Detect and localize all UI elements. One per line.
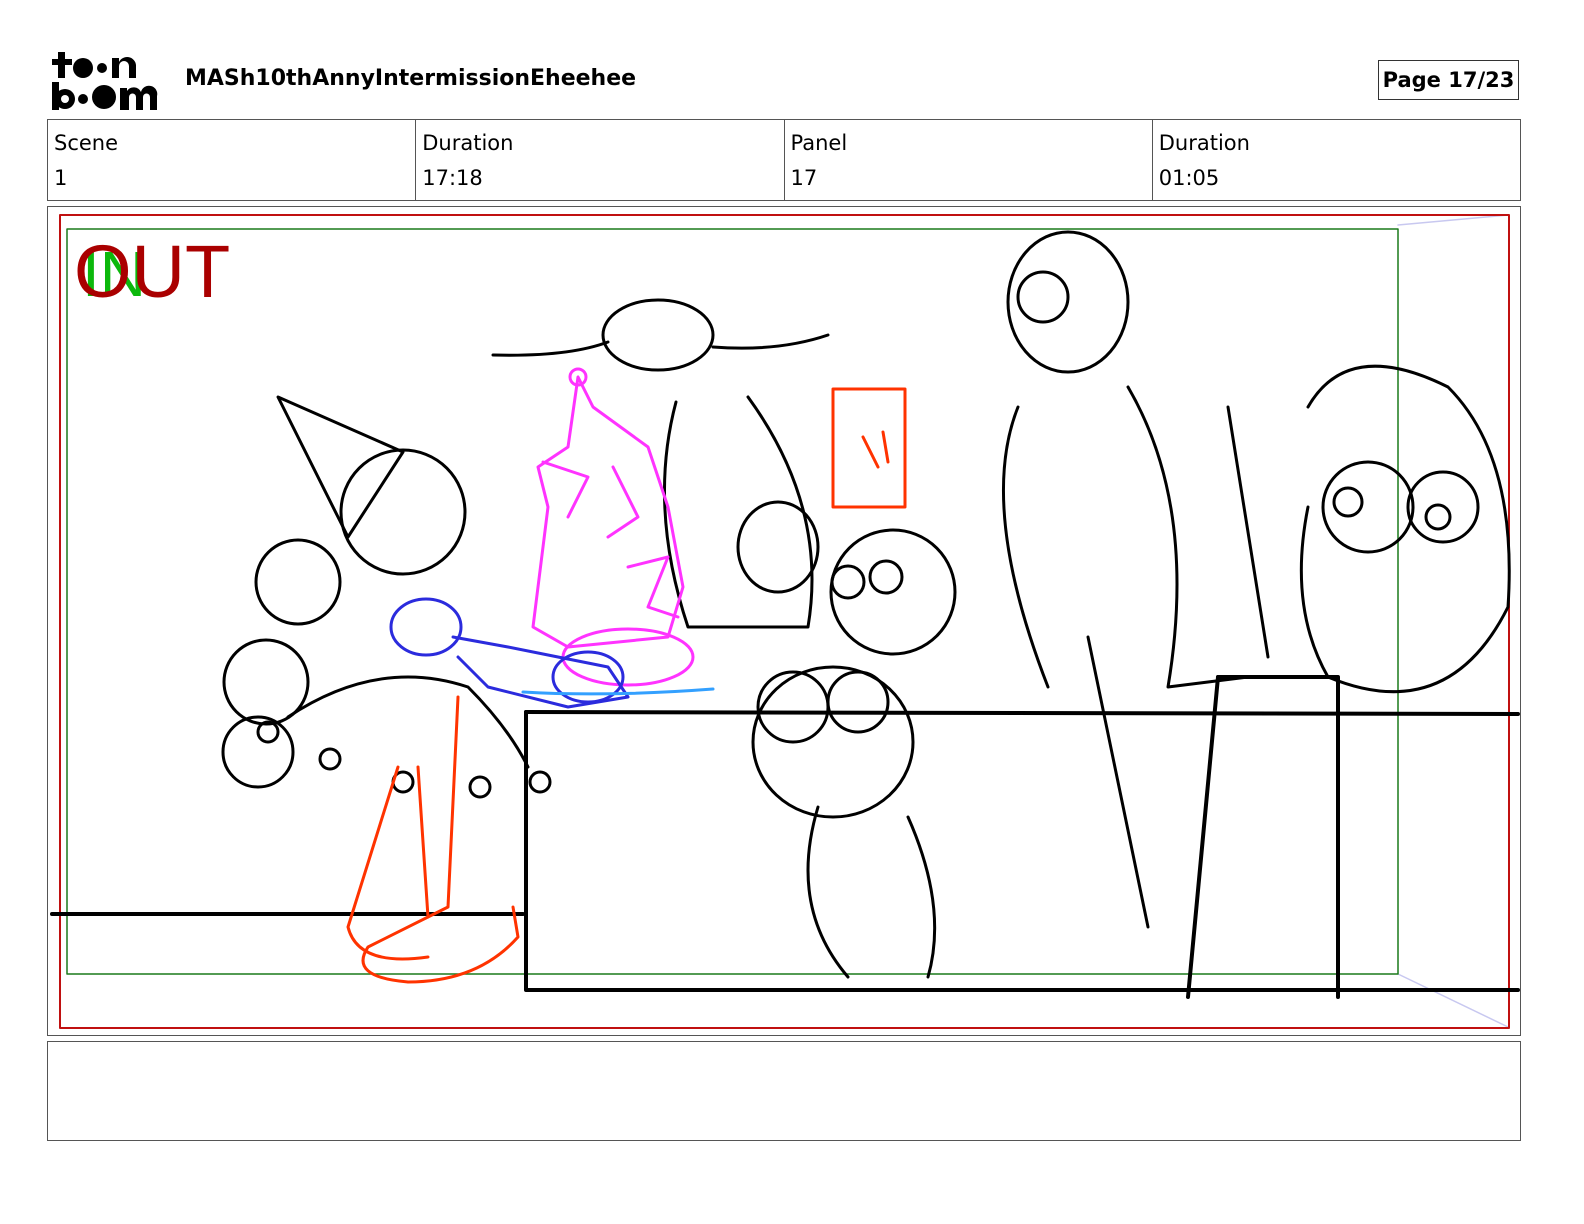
panel-cell: Panel 17 [783,120,1152,200]
panel-label: Panel [790,131,848,155]
storyboard-panel: IN OUT [47,206,1521,1036]
page-number: Page 17/23 [1378,60,1519,100]
project-title: MASh10thAnnyIntermissionEheehee [185,66,637,91]
perspective-guide [1397,214,1509,226]
scene-info-table: Scene 1 Duration 17:18 Panel 17 Duration 01:… [47,119,1521,201]
panel-sketch [50,214,1520,1029]
panel-duration-value: 01:05 [1158,166,1220,190]
toon-boom-logo [52,52,158,110]
camera-frame [66,228,1399,975]
panel-duration-cell: Duration 01:05 [1151,120,1520,200]
scene-cell: Scene 1 [48,120,415,200]
out-marker: OUT [74,230,231,313]
arm-sketch [389,597,630,709]
safe-frame [59,214,1510,1029]
perspective-guide [1397,973,1509,1028]
scene-duration-value: 17:18 [422,166,483,190]
scene-label: Scene [54,131,119,155]
scene-value: 1 [54,166,68,190]
scene-duration-label: Duration [422,131,514,155]
scene-duration-cell: Duration 17:18 [415,120,783,200]
panel-value: 17 [790,166,818,190]
mash-sign-sketch [531,367,695,687]
characters-sketch [221,230,1511,979]
panel-notes[interactable] [47,1041,1521,1141]
panel-duration-label: Duration [1158,131,1250,155]
